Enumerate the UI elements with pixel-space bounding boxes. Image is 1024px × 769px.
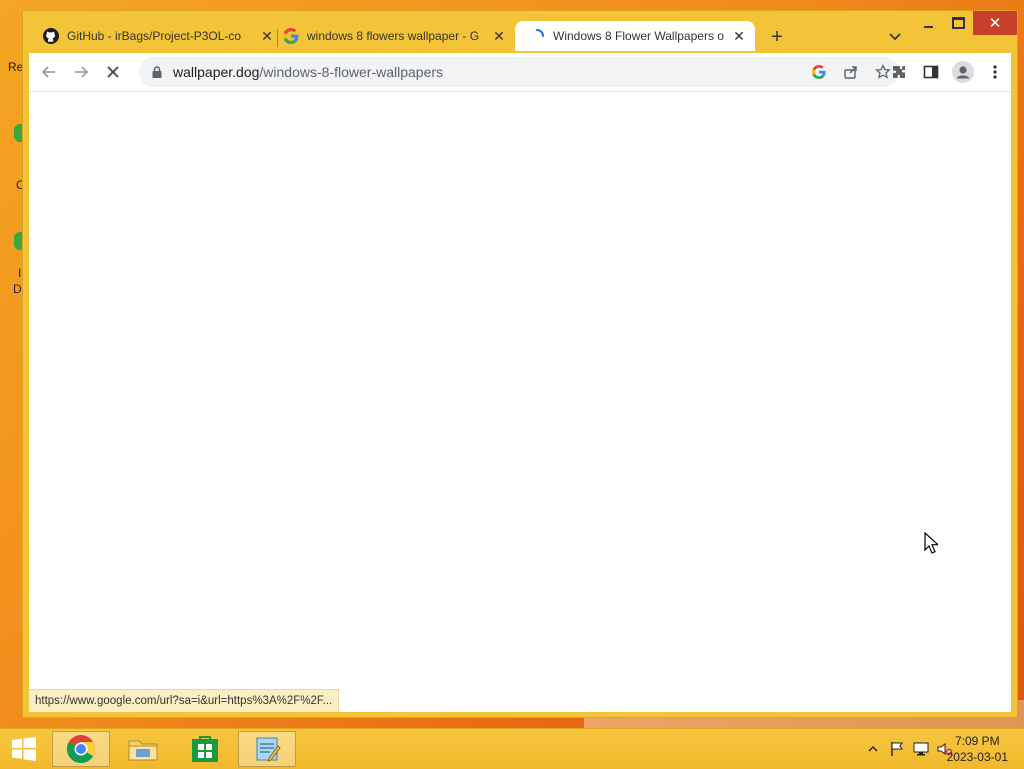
- taskbar-notepad[interactable]: [238, 731, 296, 767]
- close-tab-icon[interactable]: ✕: [491, 28, 507, 44]
- tab-strip: GitHub - irBags/Project-P3OL-co ✕ window…: [29, 19, 957, 53]
- github-icon: [43, 28, 59, 44]
- plus-icon: +: [771, 25, 783, 48]
- close-icon: ✕: [988, 15, 1002, 32]
- windows-logo-icon: [12, 737, 36, 761]
- notepad-icon: [256, 737, 281, 762]
- google-icon: [283, 28, 299, 44]
- url-text[interactable]: wallpaper.dog/windows-8-flower-wallpaper…: [173, 64, 443, 80]
- network-icon: [913, 742, 929, 756]
- chevron-up-icon: [868, 746, 878, 752]
- folder-icon: [128, 740, 158, 761]
- tab-separator: [277, 29, 278, 47]
- lock-icon[interactable]: [149, 64, 165, 80]
- url-domain: wallpaper.dog: [173, 64, 260, 80]
- tab-title: Windows 8 Flower Wallpapers o: [553, 29, 724, 43]
- flag-icon: [891, 742, 903, 756]
- more-vertical-icon: [993, 65, 997, 79]
- forward-button[interactable]: [67, 58, 95, 86]
- close-window-button[interactable]: ✕: [973, 11, 1017, 35]
- google-lens-button[interactable]: [803, 57, 835, 87]
- status-link-bubble: https://www.google.com/url?sa=i&url=http…: [29, 689, 340, 712]
- share-icon: [844, 66, 857, 79]
- clock-date: 2023-03-01: [946, 750, 1008, 764]
- taskbar: 7:09 PM 2023-03-01: [0, 728, 1024, 769]
- stop-icon: [107, 66, 119, 78]
- clock-time: 7:09 PM: [954, 734, 1000, 748]
- page-content[interactable]: [29, 91, 1011, 712]
- taskbar-file-explorer[interactable]: [114, 731, 172, 767]
- tab-wallpaper-dog[interactable]: Windows 8 Flower Wallpapers o ✕: [515, 21, 755, 51]
- chrome-icon: [66, 735, 95, 763]
- desktop-icon-label-fragment: D: [13, 282, 22, 296]
- network-button[interactable]: [912, 740, 930, 758]
- tab-title: GitHub - irBags/Project-P3OL-co: [67, 29, 242, 43]
- browser-toolbar: wallpaper.dog/windows-8-flower-wallpaper…: [29, 53, 1011, 91]
- show-hidden-icons-button[interactable]: [864, 740, 882, 758]
- desktop-edge: Re C I D: [0, 0, 25, 728]
- taskbar-chrome[interactable]: [52, 731, 110, 767]
- profile-button[interactable]: [947, 57, 979, 87]
- taskbar-clock[interactable]: 7:09 PM 2023-03-01: [947, 733, 1008, 765]
- chrome-menu-button[interactable]: [979, 57, 1011, 87]
- desktop-icon-label-fragment: I: [18, 266, 22, 280]
- avatar-icon: [952, 61, 974, 83]
- action-center-button[interactable]: [888, 740, 906, 758]
- new-tab-button[interactable]: +: [765, 25, 789, 49]
- url-path: /windows-8-flower-wallpapers: [259, 64, 444, 80]
- tab-title: windows 8 flowers wallpaper - G: [307, 29, 480, 43]
- chevron-down-icon: [889, 33, 901, 41]
- browser-window: ✕ GitHub - irBags/Project-P3OL-co ✕ wind…: [22, 10, 1018, 718]
- tab-google-search[interactable]: windows 8 flowers wallpaper - G ✕: [283, 21, 507, 51]
- start-button[interactable]: [0, 731, 48, 767]
- puzzle-icon: [893, 66, 905, 78]
- google-g-icon: [812, 65, 826, 79]
- system-tray: [864, 729, 954, 769]
- back-button[interactable]: [35, 58, 63, 86]
- loading-spinner-icon: [529, 28, 545, 44]
- stop-loading-button[interactable]: [99, 58, 127, 86]
- address-bar[interactable]: wallpaper.dog/windows-8-flower-wallpaper…: [139, 57, 899, 87]
- extensions-button[interactable]: [883, 57, 915, 87]
- arrow-left-icon: [41, 66, 55, 78]
- taskbar-store[interactable]: [176, 731, 234, 767]
- arrow-right-icon: [75, 66, 89, 78]
- browser-actions: [883, 57, 1011, 87]
- close-tab-icon[interactable]: ✕: [731, 28, 747, 44]
- tab-github[interactable]: GitHub - irBags/Project-P3OL-co ✕: [43, 21, 275, 51]
- tab-search-button[interactable]: [883, 25, 907, 49]
- store-icon: [192, 736, 218, 762]
- side-panel-button[interactable]: [915, 57, 947, 87]
- mouse-cursor-icon: [924, 532, 938, 554]
- close-tab-icon[interactable]: ✕: [259, 28, 275, 44]
- side-panel-icon: [923, 65, 939, 79]
- share-button[interactable]: [835, 57, 867, 87]
